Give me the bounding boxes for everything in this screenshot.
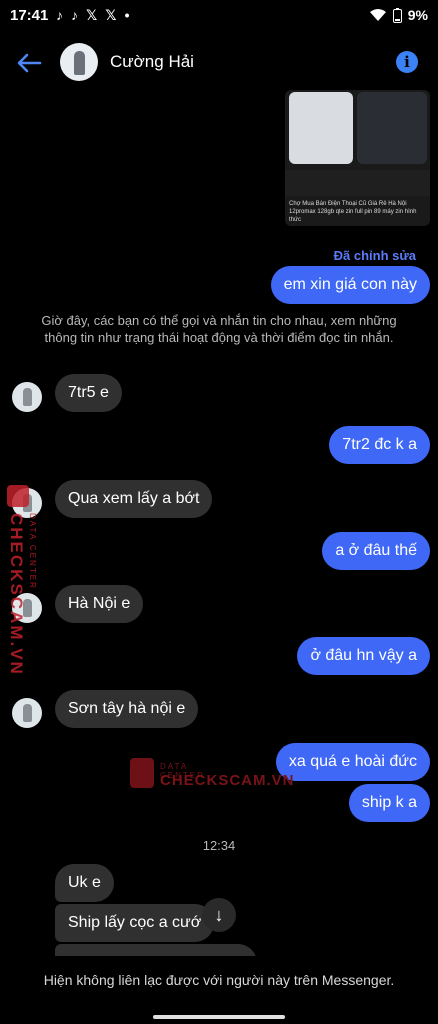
message-bubble[interactable]: ship k a xyxy=(348,784,430,822)
wifi-icon xyxy=(369,9,386,21)
shared-post-image[interactable]: Chợ Mua Bán Điện Thoại Cũ Giá Rẻ Hà Nội … xyxy=(285,90,430,226)
system-note: Giờ đây, các bạn có thể gọi và nhắn tin … xyxy=(41,313,397,345)
tiktok-icon: ♪ xyxy=(71,7,78,23)
phone-screenshot xyxy=(289,92,353,164)
footer: Hiện không liên lạc được với người này t… xyxy=(0,956,438,1024)
contact-avatar[interactable] xyxy=(60,43,98,81)
message-bubble[interactable]: Sơn tây hà nội e xyxy=(55,690,199,728)
notification-icons: ♪ ♪ 𝕏 𝕏 • xyxy=(56,7,129,24)
watermark-brand: CHECKSCAM.VN xyxy=(160,772,295,789)
message-bubble[interactable]: ở đâu hn vậy a xyxy=(297,637,430,675)
timestamp: 12:34 xyxy=(202,838,236,853)
lock-icon xyxy=(7,485,29,507)
message-bubble[interactable]: Hà Nội e xyxy=(55,585,144,623)
chat-header: Cường Hải i xyxy=(0,32,438,94)
dot-icon: • xyxy=(124,7,130,23)
message-bubble[interactable]: 7tr5 e xyxy=(55,374,122,412)
lock-icon xyxy=(130,758,154,788)
post-snippet: 12promax 128gb qte zin full pin 89 máy z… xyxy=(289,209,417,223)
edited-label: Đã chỉnh sửa xyxy=(333,248,416,263)
battery-icon xyxy=(392,7,402,23)
avatar xyxy=(12,698,42,728)
messenger-screen: 17:41 ♪ ♪ 𝕏 𝕏 • 9% Cường Hải i Chợ Mua B… xyxy=(0,0,438,1024)
message-bubble[interactable]: Uk e xyxy=(55,864,114,902)
watermark-brand: CHECKSCAM.VN xyxy=(7,513,26,676)
message-bubble[interactable]: xa quá e hoài đức xyxy=(275,743,430,781)
contact-name[interactable]: Cường Hải xyxy=(110,52,194,72)
status-right: 9% xyxy=(369,7,428,23)
post-caption: Chợ Mua Bán Điện Thoại Cũ Giá Rẻ Hà Nội … xyxy=(289,200,427,224)
post-page-name: Chợ Mua Bán Điện Thoại Cũ Giá Rẻ Hà Nội xyxy=(289,201,407,207)
watermark-side: CHECKSCAM.VN DATA CENTER xyxy=(2,483,44,676)
avatar xyxy=(12,382,42,412)
message-bubble[interactable]: 7tr2 đc k a xyxy=(329,426,430,464)
status-time: 17:41 xyxy=(10,7,49,24)
home-indicator[interactable] xyxy=(153,1015,285,1019)
message-bubble[interactable]: Ship lấy cọc a cướ xyxy=(55,904,215,942)
phone-back-photo xyxy=(357,92,427,164)
message-bubble[interactable]: em xin giá con này xyxy=(270,266,430,304)
scroll-down-arrow-icon[interactable]: ↓ xyxy=(202,898,236,932)
tiktok-icon: ♪ xyxy=(56,7,63,23)
x-icon: 𝕏 xyxy=(86,7,98,23)
x-icon: 𝕏 xyxy=(105,7,117,23)
unavailable-notice: Hiện không liên lạc được với người này t… xyxy=(43,972,395,988)
message-bubble[interactable]: Qua xem lấy a bớt xyxy=(55,480,213,518)
post-action-bar xyxy=(285,170,430,196)
info-icon[interactable]: i xyxy=(396,51,418,73)
battery-percent: 9% xyxy=(407,7,428,23)
status-bar: 17:41 ♪ ♪ 𝕏 𝕏 • 9% xyxy=(0,0,438,32)
message-bubble[interactable]: a ở đâu thế xyxy=(322,532,430,570)
watermark-tagline: DATA CENTER xyxy=(28,513,37,590)
back-arrow-icon[interactable] xyxy=(14,48,44,78)
